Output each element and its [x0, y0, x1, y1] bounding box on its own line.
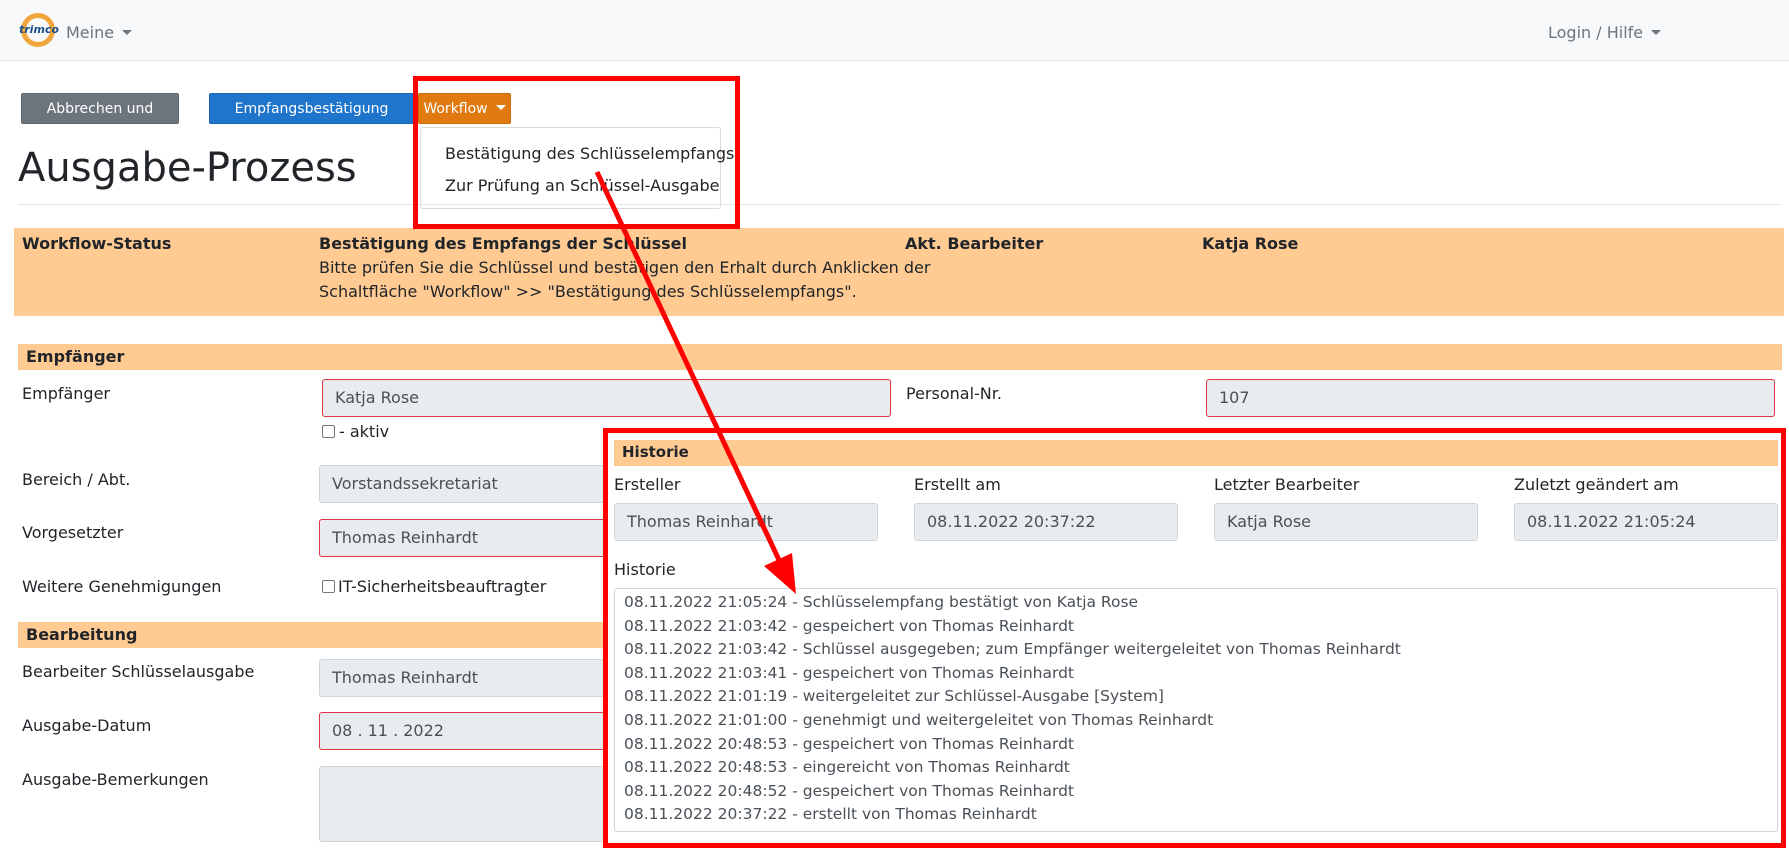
- annotation-arrow: [594, 170, 796, 594]
- annotation-arrow-line: [594, 170, 782, 562]
- annotation-arrow-head: [764, 553, 796, 594]
